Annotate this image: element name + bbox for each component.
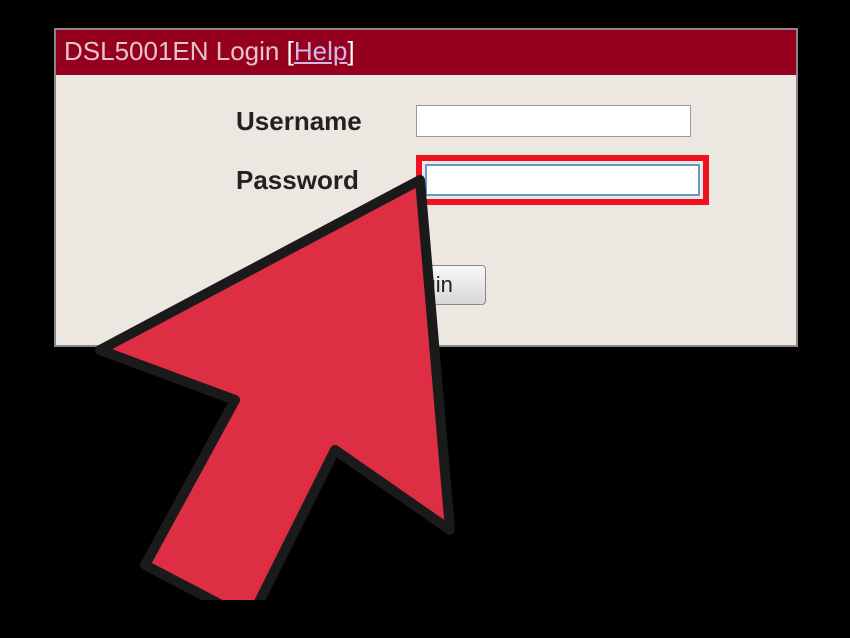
password-row: Password <box>96 155 756 205</box>
login-panel: DSL5001EN Login [Help] Username Password… <box>54 28 798 347</box>
button-row: Login <box>96 265 756 305</box>
title-bar: DSL5001EN Login [Help] <box>56 30 796 75</box>
help-link[interactable]: Help <box>294 36 347 66</box>
username-row: Username <box>96 105 756 137</box>
login-form: Username Password Login <box>56 75 796 345</box>
login-button[interactable]: Login <box>366 265 486 305</box>
password-input[interactable] <box>425 164 700 196</box>
panel-title: DSL5001EN Login <box>64 36 279 66</box>
password-highlight-box <box>416 155 709 205</box>
password-label: Password <box>236 165 416 196</box>
username-input[interactable] <box>416 105 691 137</box>
username-label: Username <box>236 106 416 137</box>
